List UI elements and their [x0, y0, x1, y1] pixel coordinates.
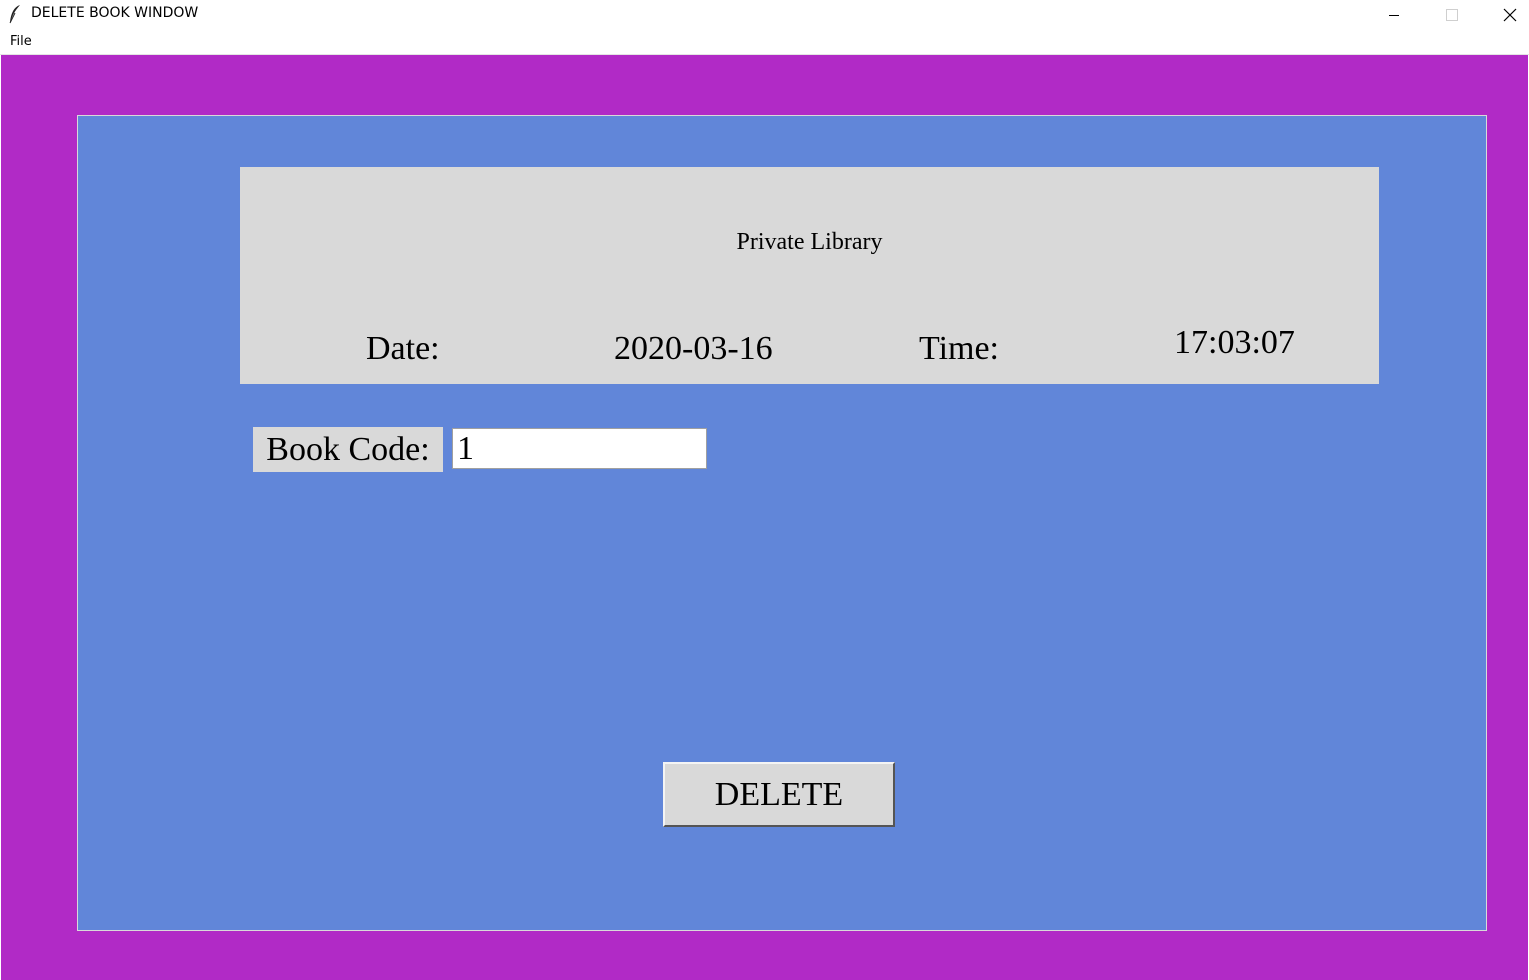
- time-label: Time:: [919, 330, 1000, 367]
- menu-item-file[interactable]: File: [10, 34, 32, 49]
- library-title: Private Library: [736, 229, 883, 255]
- window-title: DELETE BOOK WINDOW: [31, 5, 199, 21]
- date-value: 2020-03-16: [614, 330, 773, 367]
- close-button[interactable]: [1481, 0, 1529, 29]
- minimize-button[interactable]: [1365, 0, 1423, 29]
- book-code-input[interactable]: [452, 428, 707, 469]
- feather-icon: [8, 4, 22, 24]
- book-code-label: Book Code:: [253, 427, 443, 472]
- close-icon: [1503, 8, 1517, 21]
- maximize-icon: [1446, 8, 1458, 21]
- maximize-button[interactable]: [1423, 0, 1481, 29]
- delete-button[interactable]: DELETE: [663, 762, 895, 827]
- date-label: Date:: [366, 330, 440, 367]
- title-bar: DELETE BOOK WINDOW: [0, 0, 1529, 29]
- menu-bar: File: [0, 29, 1529, 55]
- minimize-icon: [1389, 14, 1399, 16]
- time-value: 17:03:07: [1174, 324, 1295, 361]
